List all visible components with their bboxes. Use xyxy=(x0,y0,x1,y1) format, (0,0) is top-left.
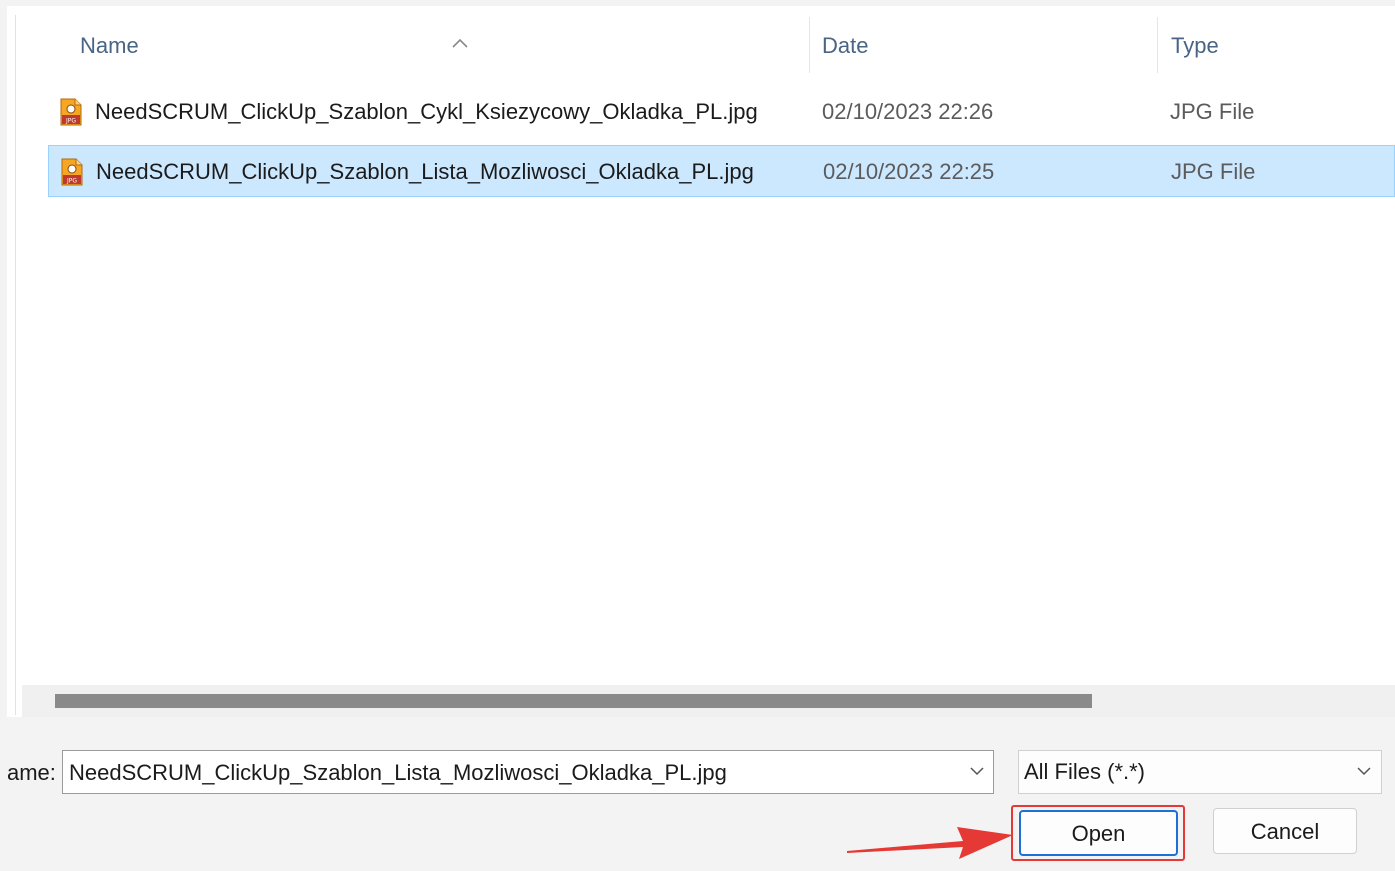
dialog-footer: ame: NeedSCRUM_ClickUp_Szablon_Lista_Moz… xyxy=(7,717,1395,871)
nav-pane-divider xyxy=(15,15,16,715)
column-header-name[interactable]: Name xyxy=(80,17,139,73)
window-top-edge xyxy=(7,0,1395,6)
cancel-button[interactable]: Cancel xyxy=(1213,808,1357,854)
scrollbar-thumb[interactable] xyxy=(55,694,1092,708)
svg-text:JPG: JPG xyxy=(65,118,76,125)
chevron-up-icon xyxy=(452,38,468,48)
open-button[interactable]: Open xyxy=(1019,810,1178,856)
annotation-arrow xyxy=(847,827,1013,859)
file-type-value: All Files (*.*) xyxy=(1024,759,1146,784)
jpg-file-icon: JPG xyxy=(61,158,83,186)
file-date: 02/10/2023 22:26 xyxy=(822,99,994,124)
svg-text:JPG: JPG xyxy=(66,178,77,185)
window-left-edge xyxy=(0,0,7,871)
file-type: JPG File xyxy=(1171,159,1256,184)
chevron-down-icon[interactable] xyxy=(1356,765,1372,777)
column-header-date[interactable]: Date xyxy=(822,17,868,73)
column-separator[interactable] xyxy=(809,17,810,73)
chevron-down-icon[interactable] xyxy=(969,765,985,777)
column-header-type[interactable]: Type xyxy=(1171,17,1219,73)
file-name-combobox[interactable]: NeedSCRUM_ClickUp_Szablon_Lista_Mozliwos… xyxy=(62,750,994,794)
file-name: NeedSCRUM_ClickUp_Szablon_Lista_Mozliwos… xyxy=(96,159,754,184)
file-type-select[interactable]: All Files (*.*) xyxy=(1018,750,1382,794)
file-name-input[interactable]: NeedSCRUM_ClickUp_Szablon_Lista_Mozliwos… xyxy=(69,751,727,793)
horizontal-scrollbar[interactable] xyxy=(22,685,1395,717)
jpg-file-icon: JPG xyxy=(60,98,82,126)
file-name-label: ame: xyxy=(7,760,56,785)
file-type: JPG File xyxy=(1170,99,1255,124)
column-separator[interactable] xyxy=(1157,17,1158,73)
file-name: NeedSCRUM_ClickUp_Szablon_Cykl_Ksiezycow… xyxy=(95,99,758,124)
file-date: 02/10/2023 22:25 xyxy=(823,159,995,184)
file-row-selected[interactable]: JPG NeedSCRUM_ClickUp_Szablon_Lista_Mozl… xyxy=(48,145,1395,197)
file-list-header: Name Date Type xyxy=(22,17,1395,73)
file-row[interactable]: JPG NeedSCRUM_ClickUp_Szablon_Cykl_Ksiez… xyxy=(48,86,1395,138)
